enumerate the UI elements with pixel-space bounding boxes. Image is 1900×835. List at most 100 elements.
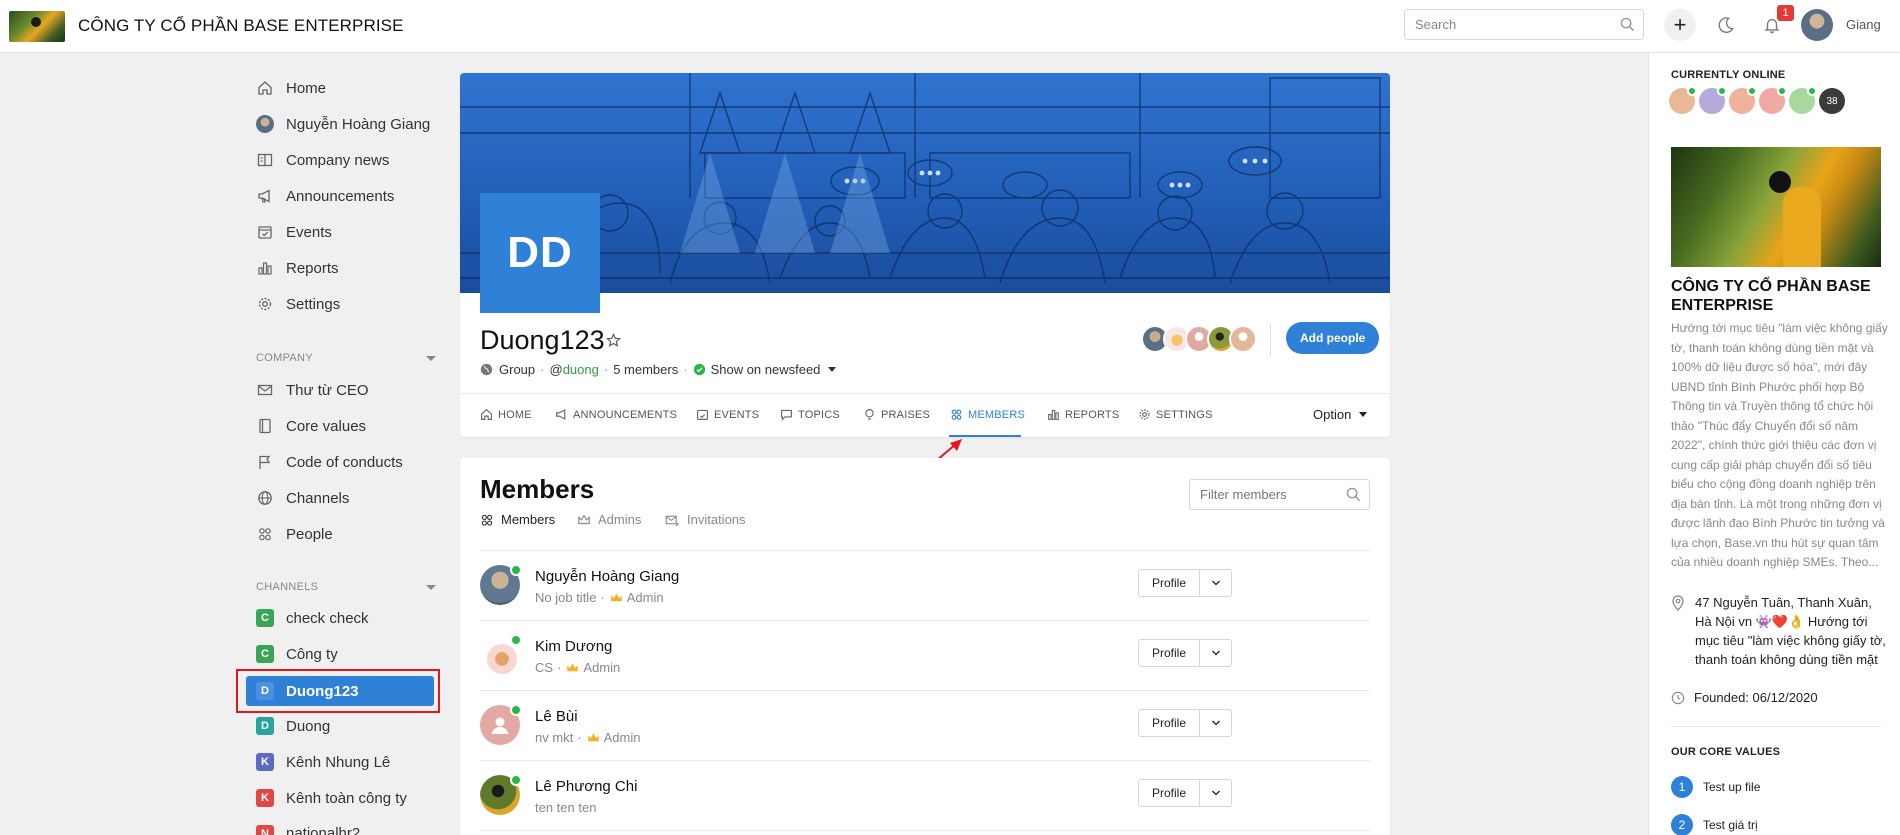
sidebar-item-label: Announcements [286, 187, 395, 205]
subtab-members[interactable]: Members [480, 512, 555, 527]
search-input[interactable] [1405, 10, 1605, 39]
tab-praises[interactable]: PRAISES [863, 408, 930, 421]
avatar[interactable] [1729, 86, 1757, 114]
sidebar-channel-check-check[interactable]: C check check [238, 603, 438, 633]
sidebar-item-core-values[interactable]: Core values [238, 411, 438, 441]
star-icon[interactable] [606, 333, 621, 351]
sidebar-channel-nationalhr2[interactable]: N nationalhr2 [238, 819, 438, 835]
sidebar-item-home[interactable]: Home [238, 73, 438, 103]
core-value-item[interactable]: 1 Test up file [1671, 776, 1760, 798]
tab-settings[interactable]: SETTINGS [1138, 408, 1213, 421]
group-type: Group [499, 362, 536, 377]
search-icon[interactable] [1620, 17, 1635, 35]
filter-members[interactable] [1189, 479, 1370, 510]
dark-mode-toggle[interactable] [1710, 9, 1742, 41]
global-search[interactable] [1404, 9, 1644, 40]
tab-announcements[interactable]: ANNOUNCEMENTS [555, 408, 677, 421]
sidebar-channel-cong-ty[interactable]: C Công ty [238, 639, 438, 669]
avatar[interactable] [1759, 86, 1787, 114]
profile-menu-toggle[interactable] [1199, 709, 1232, 737]
member-row[interactable]: Lê Phương Chi ten ten ten Profile [480, 760, 1370, 830]
avatar[interactable] [1789, 86, 1817, 114]
sidebar-item-label: Thư từ CEO [286, 381, 369, 399]
sidebar-item-company-news[interactable]: Company news [238, 145, 438, 175]
right-panel: CURRENTLY ONLINE 38 CÔNG TY CỔ PHẦN BASE… [1648, 53, 1900, 835]
newsfeed-toggle[interactable]: Show on newsfeed [711, 362, 821, 377]
sidebar-item-label: Home [286, 79, 327, 97]
channel-badge: K [256, 753, 274, 771]
channel-badge: K [256, 789, 274, 807]
tab-members[interactable]: MEMBERS [950, 408, 1025, 421]
tab-home[interactable]: HOME [480, 408, 532, 421]
sidebar-item-people[interactable]: People [238, 519, 438, 549]
megaphone-icon [555, 408, 568, 421]
member-avatar-stack[interactable] [1141, 325, 1257, 353]
highlight-annotation [236, 669, 440, 713]
member-subtitle: ten ten ten [535, 800, 597, 815]
chevron-down-icon[interactable] [828, 367, 837, 372]
sidebar-item-events[interactable]: Events [238, 217, 438, 247]
channel-badge: C [256, 609, 274, 627]
user-avatar[interactable] [1801, 9, 1833, 41]
moon-icon [1718, 17, 1734, 33]
company-logo[interactable] [9, 11, 65, 42]
profile-button[interactable]: Profile [1138, 569, 1200, 597]
filter-members-input[interactable] [1190, 480, 1340, 509]
company-description: Hướng tới mục tiêu "làm việc không giấy … [1671, 321, 1888, 569]
sidebar-item-code-of-conducts[interactable]: Code of conducts [238, 447, 438, 477]
member-name[interactable]: Lê Phương Chi [535, 778, 637, 795]
subtab-invitations[interactable]: Invitations [665, 512, 746, 527]
profile-button[interactable]: Profile [1138, 639, 1200, 667]
tab-topics[interactable]: TOPICS [780, 408, 840, 421]
search-icon[interactable] [1346, 487, 1361, 505]
calendar-check-icon [696, 408, 709, 421]
subtab-admins[interactable]: Admins [577, 512, 641, 527]
chevron-down-icon[interactable] [426, 356, 436, 361]
group-meta: Group · @ duong · 5 members · Show on new… [480, 362, 837, 377]
plus-icon: + [1673, 12, 1687, 37]
avatar[interactable] [1699, 86, 1727, 114]
sidebar-item-settings[interactable]: Settings [238, 289, 438, 319]
member-row[interactable]: Lê Bùi nv mkt · Admin Profile [480, 690, 1370, 760]
company-title[interactable]: CÔNG TY CỔ PHẦN BASE ENTERPRISE [78, 16, 404, 36]
chevron-down-icon[interactable] [426, 585, 436, 590]
tab-reports[interactable]: REPORTS [1047, 408, 1119, 421]
profile-button[interactable]: Profile [1138, 779, 1200, 807]
core-value-item[interactable]: 2 Test giá trị [1671, 814, 1758, 835]
flag-icon [256, 453, 274, 471]
sidebar-item-channels[interactable]: Channels [238, 483, 438, 513]
group-handle[interactable]: duong [563, 362, 599, 377]
sidebar-item-reports[interactable]: Reports [238, 253, 438, 283]
sidebar-channel-duong[interactable]: D Duong [238, 711, 438, 741]
sidebar-item-profile[interactable]: Nguyễn Hoàng Giang [238, 109, 438, 139]
member-row[interactable]: Kim Dương CS · Admin Profile [480, 620, 1370, 690]
gear-icon [256, 295, 274, 313]
members-card: Members Members Admins Invitations Nguyễ… [460, 458, 1390, 835]
sidebar-item-label: Kênh toàn công ty [286, 789, 407, 807]
company-cover-image [1671, 147, 1881, 267]
option-dropdown[interactable]: Option [1313, 407, 1368, 422]
member-subtitle: nv mkt · Admin [535, 730, 641, 745]
online-more-count[interactable]: 38 [1819, 88, 1845, 114]
user-name[interactable]: Giang [1846, 17, 1881, 32]
sidebar-item-announcements[interactable]: Announcements [238, 181, 438, 211]
group-members-count[interactable]: 5 members [613, 362, 678, 377]
member-name[interactable]: Kim Dương [535, 638, 612, 655]
profile-menu-toggle[interactable] [1199, 569, 1232, 597]
profile-button[interactable]: Profile [1138, 709, 1200, 737]
sidebar-item-label: Kênh Nhung Lê [286, 753, 391, 771]
member-name[interactable]: Nguyễn Hoàng Giang [535, 568, 679, 585]
tab-events[interactable]: EVENTS [696, 408, 759, 421]
home-icon [256, 79, 274, 97]
member-name[interactable]: Lê Bùi [535, 708, 578, 725]
profile-menu-toggle[interactable] [1199, 639, 1232, 667]
sidebar-channel-kenh-toan-cong-ty[interactable]: K Kênh toàn công ty [238, 783, 438, 813]
sidebar-item-ceo-letters[interactable]: Thư từ CEO [238, 375, 438, 405]
notification-badge[interactable]: 1 [1777, 5, 1794, 21]
sidebar-channel-kenh-nhung-le[interactable]: K Kênh Nhung Lê [238, 747, 438, 777]
add-people-button[interactable]: Add people [1286, 322, 1380, 354]
create-button[interactable]: + [1664, 9, 1696, 41]
member-row[interactable]: Nguyễn Hoàng Giang No job title · Admin P… [480, 550, 1370, 620]
avatar[interactable] [1669, 86, 1697, 114]
profile-menu-toggle[interactable] [1199, 779, 1232, 807]
